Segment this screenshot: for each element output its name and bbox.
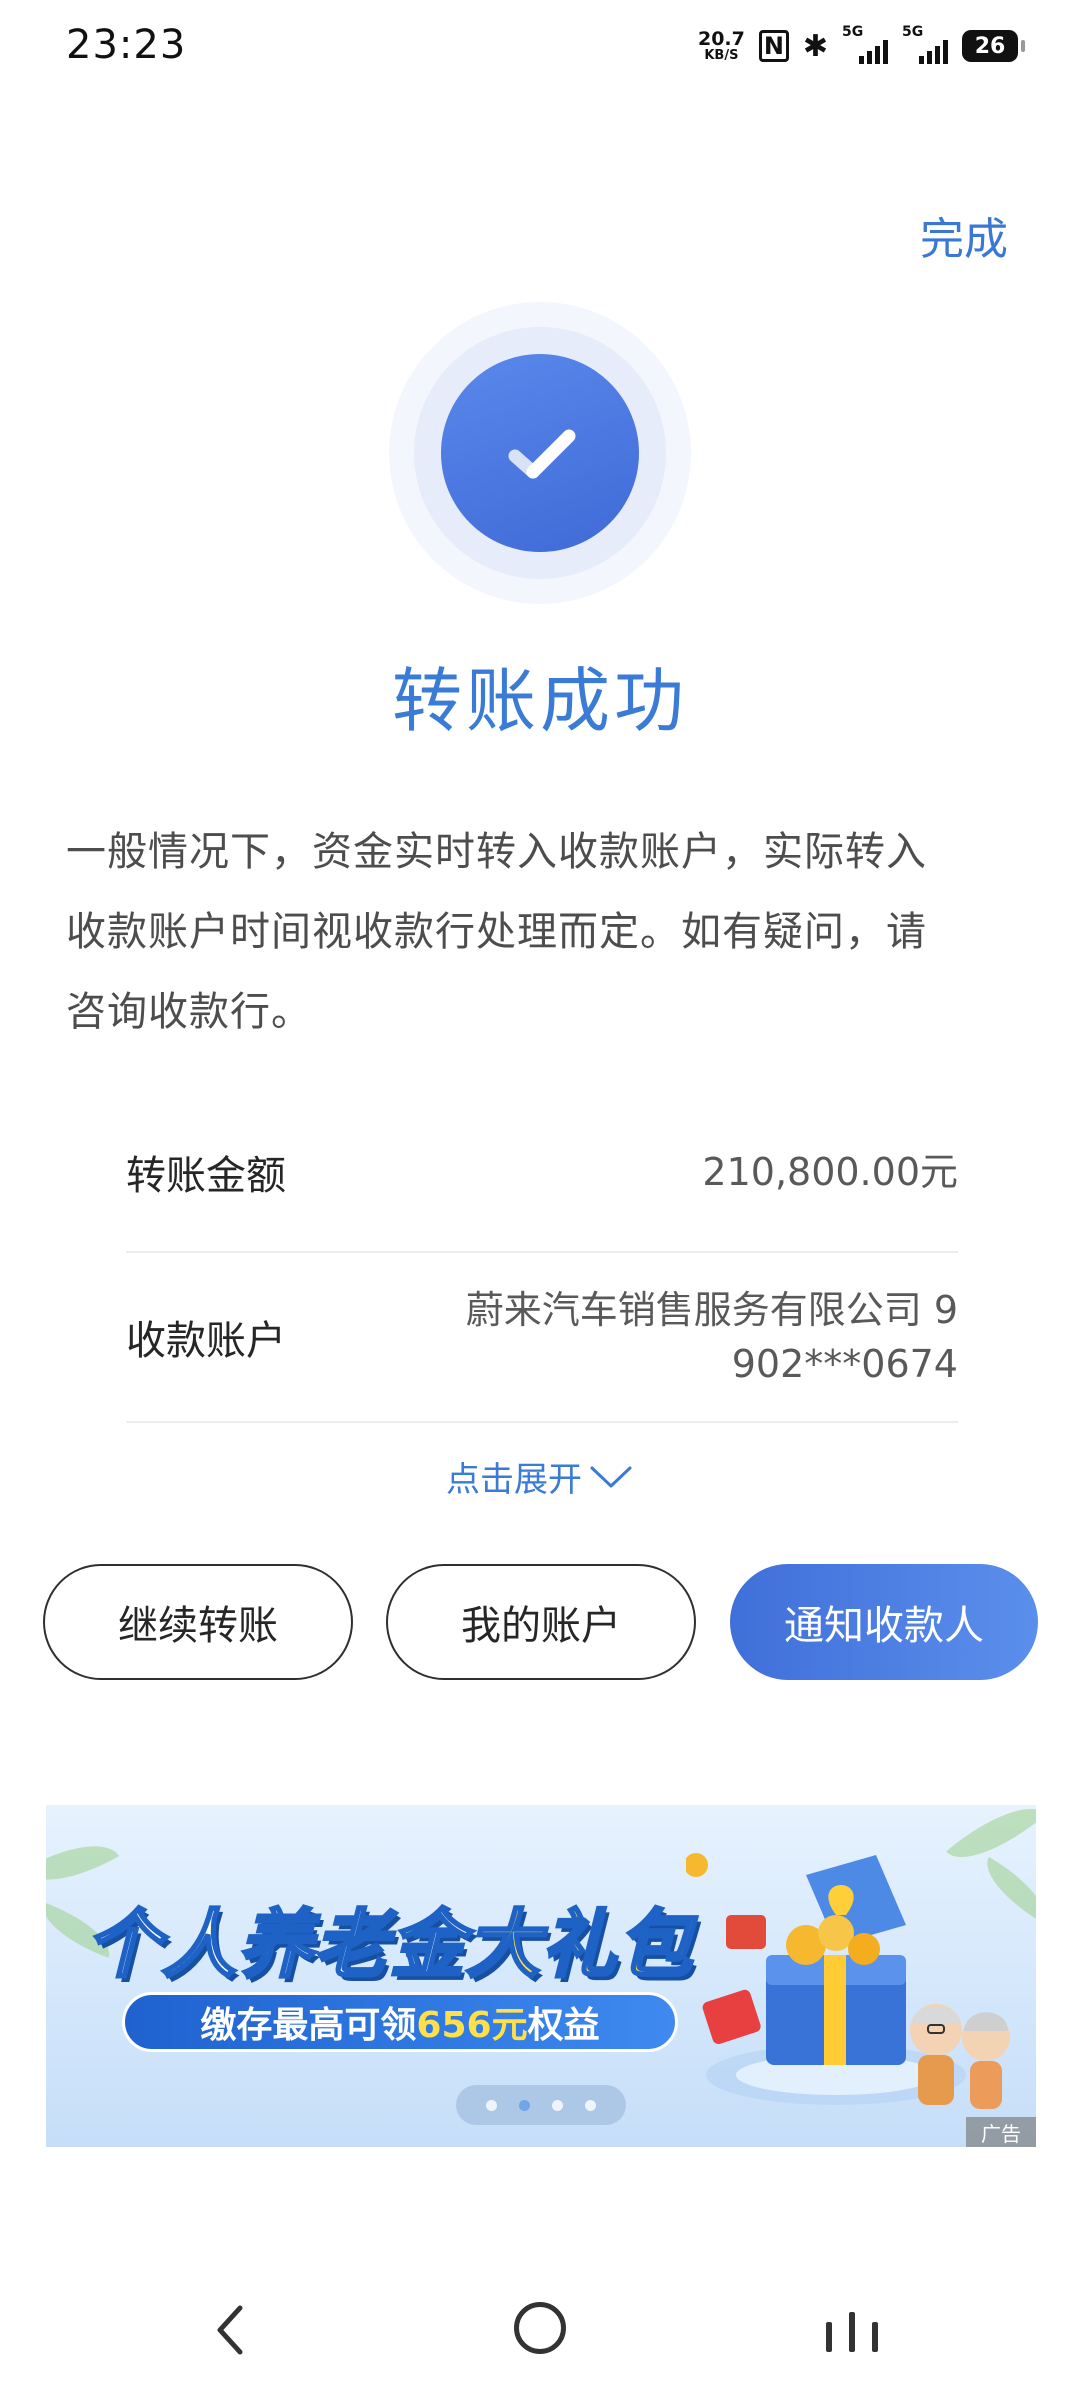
carousel-dot[interactable] xyxy=(486,2099,497,2111)
detail-value: 210,800.00元 xyxy=(702,1145,958,1199)
expand-label: 点击展开 xyxy=(446,1460,582,1500)
notice-line: 咨询收款行。 xyxy=(66,989,312,1035)
nfc-icon: N xyxy=(758,30,789,62)
signal-icon: 5G xyxy=(842,24,888,64)
transfer-details: 转账金额 210,800.00元 收款账户 蔚来汽车销售服务有限公司 9 902… xyxy=(126,1093,958,1423)
carousel-dot[interactable] xyxy=(552,2099,563,2111)
home-icon[interactable] xyxy=(514,2302,566,2354)
my-account-button[interactable]: 我的账户 xyxy=(386,1564,696,1680)
ad-banner[interactable]: 个人养老金大礼包 缴存最高可领 656元 权益 广告 xyxy=(46,1805,1036,2147)
network-speed-unit: KB/S xyxy=(704,48,739,63)
navigation-bar xyxy=(0,2290,1080,2380)
detail-row-payee: 收款账户 蔚来汽车销售服务有限公司 9 902***0674 xyxy=(126,1253,958,1423)
gift-box-illustration xyxy=(686,1853,1010,2109)
notify-payee-button[interactable]: 通知收款人 xyxy=(730,1564,1038,1680)
done-button[interactable]: 完成 xyxy=(920,203,1008,267)
status-icons: 20.7 KB/S N ✱ 5G 5G 26 xyxy=(697,24,1025,68)
detail-label: 收款账户 xyxy=(126,1318,286,1364)
carousel-indicator[interactable] xyxy=(456,2085,626,2125)
detail-value: 蔚来汽车销售服务有限公司 9 902***0674 xyxy=(466,1283,958,1391)
ad-subtitle-highlight: 656元 xyxy=(416,2005,528,2046)
battery-icon: 26 xyxy=(962,30,1025,62)
status-bar: 23:23 20.7 KB/S N ✱ 5G 5G 26 xyxy=(0,0,1080,95)
network-speed: 20.7 KB/S xyxy=(697,28,745,63)
bluetooth-icon: ✱ xyxy=(802,28,828,64)
checkmark-icon xyxy=(441,354,639,552)
notice-line: 一般情况下，资金实时转入收款账户，实际转入 xyxy=(66,829,927,875)
ad-subtitle-part: 权益 xyxy=(527,2005,600,2046)
ad-subtitle: 缴存最高可领 656元 权益 xyxy=(122,1992,678,2052)
expand-button[interactable]: 点击展开 xyxy=(0,1452,1080,1501)
back-icon[interactable] xyxy=(210,2300,250,2360)
recent-apps-icon[interactable] xyxy=(826,2308,878,2352)
payee-name: 蔚来汽车销售服务有限公司 9 xyxy=(465,1288,958,1332)
continue-transfer-button[interactable]: 继续转账 xyxy=(43,1564,353,1680)
signal-label: 5G xyxy=(842,24,864,40)
ad-tag: 广告 xyxy=(966,2117,1036,2147)
ad-title: 个人养老金大礼包 xyxy=(85,1885,694,1992)
detail-label: 转账金额 xyxy=(126,1153,286,1199)
result-title: 转账成功 xyxy=(392,660,688,742)
carousel-dot[interactable] xyxy=(585,2099,596,2111)
amount-value: 210,800.00元 xyxy=(702,1150,958,1194)
network-speed-value: 20.7 xyxy=(697,28,745,50)
notice-line: 收款账户时间视收款行处理而定。如有疑问，请 xyxy=(66,909,927,955)
ad-subtitle-part: 缴存最高可领 xyxy=(200,2005,417,2046)
status-time: 23:23 xyxy=(66,22,187,68)
carousel-dot[interactable] xyxy=(519,2099,530,2111)
payee-account: 902***0674 xyxy=(731,1342,958,1386)
detail-row-amount: 转账金额 210,800.00元 xyxy=(126,1093,958,1253)
ad-title-highlight: 大礼包 xyxy=(465,1901,694,1990)
notice-text: 一般情况下，资金实时转入收款账户，实际转入 收款账户时间视收款行处理而定。如有疑… xyxy=(66,812,1026,1052)
signal-label: 5G xyxy=(902,24,924,40)
chevron-down-icon xyxy=(590,1466,632,1487)
ad-title-main: 个人养老金 xyxy=(85,1901,466,1990)
signal-icon: 5G xyxy=(902,24,948,64)
